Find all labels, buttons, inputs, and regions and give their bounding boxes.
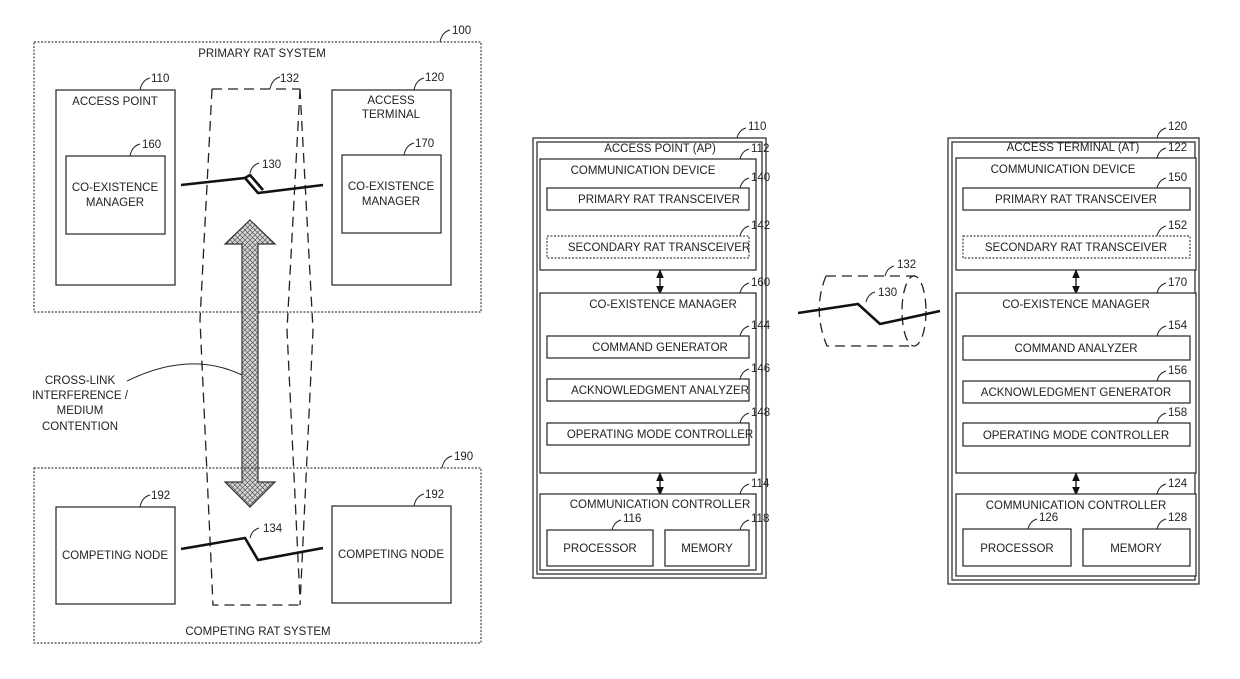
leader-line: [439, 29, 451, 43]
ref-148: 148: [751, 407, 770, 419]
ap-operating-mode-label: OPERATING MODE CONTROLLER: [567, 429, 753, 441]
ap-primary-rat-label: PRIMARY RAT TRANSCEIVER: [578, 194, 740, 206]
leader-line: [413, 493, 425, 507]
access-terminal-label-1: ACCESS: [367, 95, 415, 107]
at-processor-label: PROCESSOR: [980, 543, 1054, 555]
ref-120: 120: [425, 72, 444, 84]
interference-label-3: MEDIUM: [57, 405, 104, 417]
leader-line: [884, 265, 895, 277]
ref-116: 116: [623, 513, 641, 525]
patent-diagram: PRIMARY RAT SYSTEM 100 ACCESS POINT 110 …: [32, 25, 1200, 644]
ref-192a: 192: [151, 490, 170, 502]
ap-memory-label: MEMORY: [681, 543, 733, 555]
ref-170r: 170: [1168, 277, 1187, 289]
ap-ack-analyzer-label: ACKNOWLEDGMENT ANALYZER: [571, 385, 749, 397]
ap-comm-device-title: COMMUNICATION DEVICE: [571, 165, 716, 177]
ref-132: 132: [280, 73, 299, 85]
ap-figure: ACCESS POINT (AP) 110 COMMUNICATION DEVI…: [532, 121, 771, 579]
ref-190: 190: [454, 451, 473, 463]
ap-processor-label: PROCESSOR: [563, 543, 637, 555]
at-memory-label: MEMORY: [1110, 543, 1162, 555]
ref-156: 156: [1168, 365, 1187, 377]
competing-node-label-1: COMPETING NODE: [62, 550, 168, 562]
competing-node-label-2: COMPETING NODE: [338, 549, 444, 561]
leader-line: [249, 527, 260, 539]
interference-label-2: INTERFERENCE /: [32, 390, 129, 402]
wireless-link-130: [180, 176, 324, 195]
at-coexistence-label-2: MANAGER: [362, 196, 420, 208]
leader-line: [139, 494, 151, 508]
interference-label-4: CONTENTION: [42, 421, 118, 433]
ref-192b: 192: [425, 489, 444, 501]
leader-line: [269, 76, 281, 90]
leader-line: [865, 291, 876, 303]
ref-154: 154: [1168, 320, 1188, 332]
middle-link: 132 130: [797, 259, 941, 347]
at-operating-mode-label: OPERATING MODE CONTROLLER: [983, 430, 1169, 442]
ref-140: 140: [751, 172, 770, 184]
ap-coexistence-label-2: MANAGER: [86, 197, 144, 209]
left-figure: PRIMARY RAT SYSTEM 100 ACCESS POINT 110 …: [32, 25, 482, 644]
ref-134: 134: [263, 523, 283, 535]
ref-110: 110: [151, 73, 169, 85]
ap-secondary-rat-label: SECONDARY RAT TRANSCEIVER: [568, 242, 750, 254]
ref-128: 128: [1168, 512, 1187, 524]
at-comm-device-title: COMMUNICATION DEVICE: [991, 164, 1136, 176]
ref-126: 126: [1039, 512, 1058, 524]
ref-130r: 130: [878, 287, 897, 299]
at-ack-generator-label: ACKNOWLEDGMENT GENERATOR: [981, 387, 1171, 399]
ref-118: 118: [751, 513, 769, 525]
at-primary-rat-label: PRIMARY RAT TRANSCEIVER: [995, 194, 1157, 206]
interference-double-arrow: [223, 219, 277, 508]
ref-120r: 120: [1168, 121, 1187, 133]
at-figure: ACCESS TERMINAL (AT) 120 COMMUNICATION D…: [947, 121, 1200, 585]
leader-line: [413, 77, 425, 91]
competing-rat-system-label: COMPETING RAT SYSTEM: [185, 626, 330, 638]
ref-160r: 160: [751, 277, 770, 289]
ref-158: 158: [1168, 407, 1187, 419]
ref-124: 124: [1168, 478, 1188, 490]
medium-cylinder-end: [901, 275, 927, 347]
at-secondary-rat-label: SECONDARY RAT TRANSCEIVER: [985, 242, 1167, 254]
at-command-analyzer-label: COMMAND ANALYZER: [1014, 343, 1137, 355]
ref-152: 152: [1168, 220, 1187, 232]
ref-110r: 110: [748, 121, 766, 133]
ap-coexistence-title: CO-EXISTENCE MANAGER: [589, 299, 737, 311]
ap-title: ACCESS POINT (AP): [604, 143, 716, 155]
access-point-label: ACCESS POINT: [72, 96, 158, 108]
medium-outline-right: [286, 88, 314, 606]
ref-150: 150: [1168, 172, 1187, 184]
ref-146: 146: [751, 363, 770, 375]
ref-142: 142: [751, 220, 770, 232]
ref-130: 130: [262, 159, 281, 171]
access-terminal-label-2: TERMINAL: [362, 109, 421, 121]
ref-160: 160: [142, 139, 161, 151]
ref-132r: 132: [897, 259, 916, 271]
leader-line: [441, 455, 453, 469]
leader-line: [1156, 127, 1167, 139]
ref-170: 170: [415, 138, 434, 150]
at-coexistence-box: [341, 154, 442, 234]
ap-command-generator-label: COMMAND GENERATOR: [592, 342, 728, 354]
at-coexistence-title: CO-EXISTENCE MANAGER: [1002, 299, 1150, 311]
ref-100: 100: [452, 25, 471, 37]
primary-rat-system-label: PRIMARY RAT SYSTEM: [198, 48, 326, 60]
ap-coexistence-label-1: CO-EXISTENCE: [72, 182, 159, 194]
at-title: ACCESS TERMINAL (AT): [1007, 142, 1140, 154]
ref-122: 122: [1168, 142, 1187, 154]
ref-144: 144: [751, 320, 771, 332]
leader-line: [139, 77, 151, 91]
interference-label-1: CROSS-LINK: [45, 375, 116, 387]
ref-112: 112: [751, 143, 769, 155]
leader-line: [249, 162, 260, 174]
ap-controller-title: COMMUNICATION CONTROLLER: [570, 499, 751, 511]
ap-coexistence-box: [65, 155, 166, 235]
at-controller-title: COMMUNICATION CONTROLLER: [986, 500, 1167, 512]
ref-114: 114: [751, 478, 770, 490]
at-coexistence-label-1: CO-EXISTENCE: [348, 181, 435, 193]
leader-line: [736, 127, 747, 139]
leader-line: [126, 363, 243, 382]
